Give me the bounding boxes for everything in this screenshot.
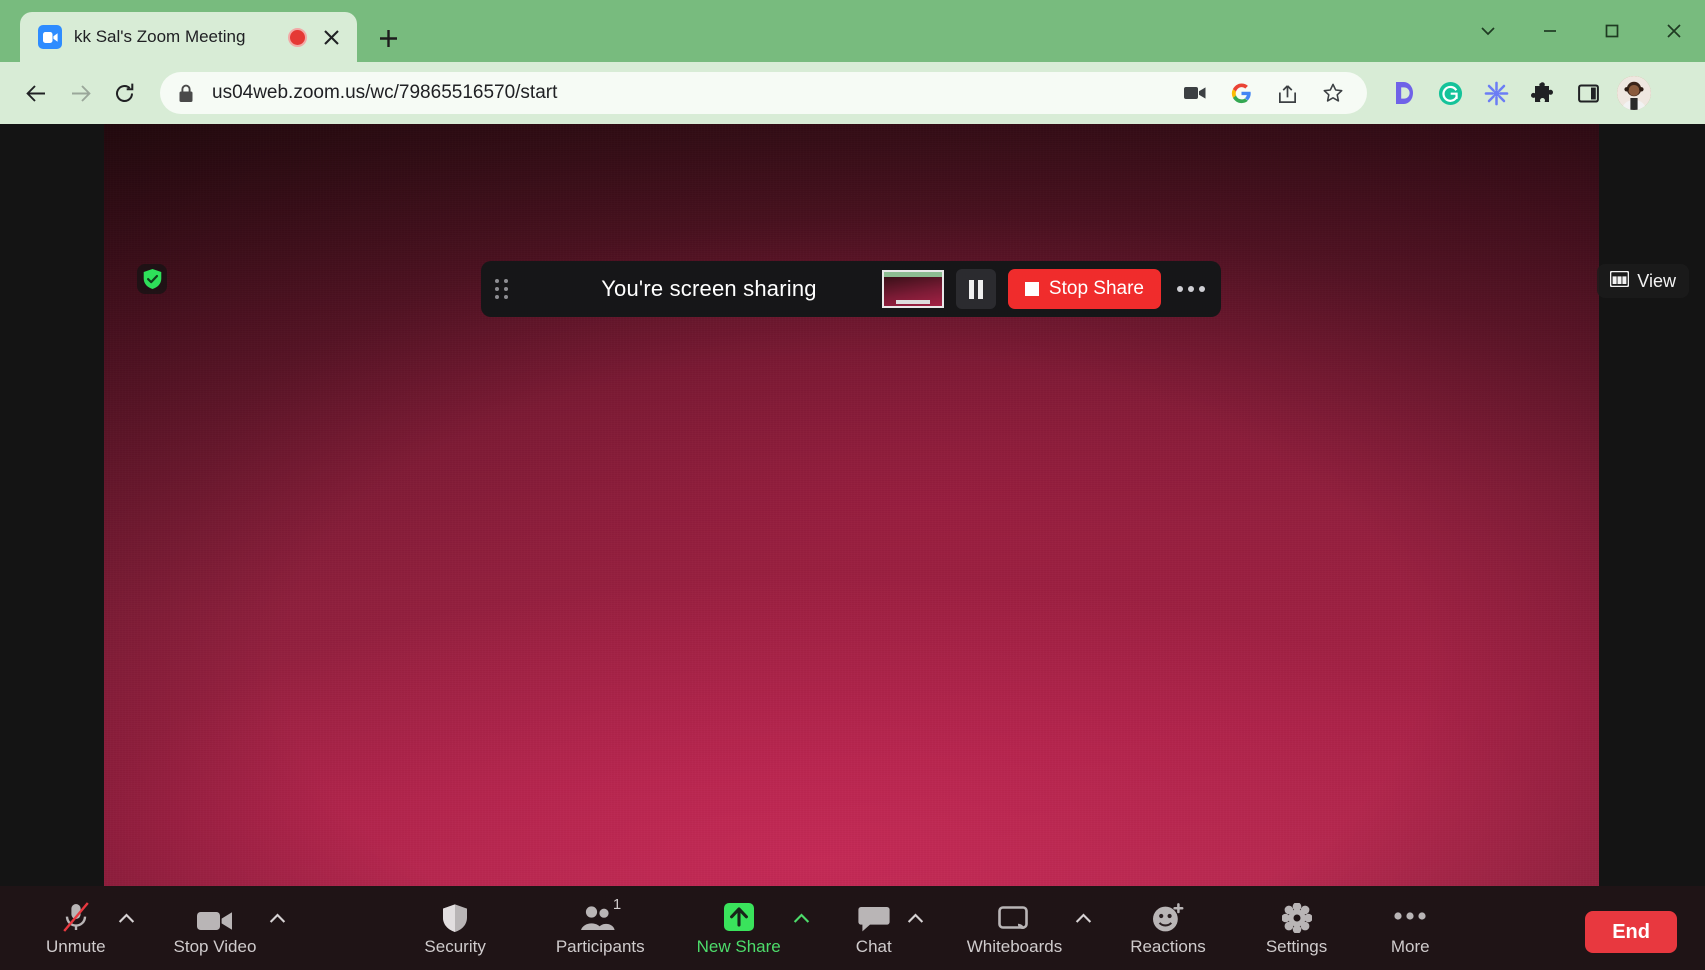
toolbar-item-chat[interactable]: Chat (845, 886, 903, 970)
tab-search-chevron-down-icon[interactable] (1457, 0, 1519, 62)
toolbar-item-security[interactable]: Security (416, 886, 493, 970)
stop-square-icon (1024, 282, 1039, 296)
toolbar-label-stop-video: Stop Video (173, 937, 257, 956)
share-options-chevron-up-icon[interactable] (789, 886, 815, 970)
google-g-icon[interactable] (1221, 73, 1261, 113)
browser-title-bar: kk Sal's Zoom Meeting (0, 0, 1705, 62)
browser-toolbar: us04web.zoom.us/wc/79865516570/start (0, 62, 1705, 124)
page-viewport: View You're screen sharing Stop Share (0, 124, 1705, 970)
reload-icon[interactable] (102, 71, 146, 115)
extension-asterisk-burst-icon[interactable] (1475, 72, 1517, 114)
toolbar-item-new-share[interactable]: New Share (689, 886, 789, 970)
side-panel-icon[interactable] (1567, 72, 1609, 114)
share-icon[interactable] (1267, 73, 1307, 113)
toolbar-label-new-share: New Share (696, 937, 781, 956)
drag-grip-icon[interactable] (495, 279, 508, 299)
screen-share-active-icon[interactable] (1175, 73, 1215, 113)
people-icon: 1 (580, 896, 622, 933)
shield-icon (441, 899, 469, 933)
browser-tab[interactable]: kk Sal's Zoom Meeting (20, 12, 357, 62)
toolbar-label-settings: Settings (1265, 937, 1328, 956)
toolbar-label-whiteboards: Whiteboards (966, 937, 1063, 956)
puzzle-piece-icon[interactable] (1521, 72, 1563, 114)
end-meeting-button[interactable]: End (1585, 911, 1677, 953)
window-close-icon[interactable] (1643, 0, 1705, 62)
video-camera-icon (196, 899, 233, 933)
whiteboard-icon (998, 899, 1030, 933)
chat-bubble-icon (858, 899, 890, 933)
omnibox-icons (1175, 73, 1353, 113)
toolbar-item-participants[interactable]: 1 Participants (548, 886, 653, 970)
screen-preview-thumbnail[interactable] (881, 270, 944, 308)
screen-share-status-text: You're screen sharing (601, 276, 817, 301)
address-bar[interactable]: us04web.zoom.us/wc/79865516570/start (160, 72, 1367, 114)
window-controls (1457, 0, 1705, 62)
toolbar-item-stop-video[interactable]: Stop Video (166, 886, 265, 970)
three-dot-menu-icon[interactable] (1651, 71, 1691, 115)
view-button[interactable]: View (1597, 264, 1689, 298)
profile-avatar[interactable] (1617, 76, 1651, 110)
close-icon[interactable] (317, 23, 345, 51)
new-tab-button[interactable] (369, 19, 407, 57)
star-icon[interactable] (1313, 73, 1353, 113)
gear-icon (1281, 899, 1312, 933)
toolbar-label-more: More (1390, 937, 1430, 956)
chat-options-chevron-up-icon[interactable] (903, 886, 929, 970)
toolbar-label-chat: Chat (855, 937, 892, 956)
toolbar-item-more[interactable]: More (1381, 886, 1439, 970)
toolbar-item-whiteboards[interactable]: Whiteboards (959, 886, 1070, 970)
green-shield-check-icon[interactable] (137, 264, 167, 294)
extensions-area (1383, 72, 1609, 114)
microphone-muted-icon (61, 899, 91, 933)
share-more-options-icon[interactable] (1177, 286, 1205, 292)
toolbar-item-unmute[interactable]: Unmute (38, 886, 114, 970)
toolbar-item-settings[interactable]: Settings (1258, 886, 1335, 970)
stop-share-button[interactable]: Stop Share (1007, 269, 1161, 309)
grid-view-icon (1609, 270, 1630, 292)
pause-share-button[interactable] (955, 269, 996, 309)
maximize-icon[interactable] (1581, 0, 1643, 62)
toolbar-label-security: Security (424, 937, 486, 956)
toolbar-label-reactions: Reactions (1130, 937, 1206, 956)
toolbar-item-reactions[interactable]: Reactions (1122, 886, 1214, 970)
screen-share-control-bar[interactable]: You're screen sharing Stop Share (481, 261, 1221, 317)
extension-docs-d-letter-icon[interactable] (1383, 72, 1425, 114)
browser-window: kk Sal's Zoom Meeting us04web.zoom.us/wc… (0, 0, 1705, 970)
tab-strip: kk Sal's Zoom Meeting (20, 12, 407, 62)
share-up-arrow-icon (722, 899, 756, 933)
arrow-right-icon[interactable] (58, 71, 102, 115)
extension-grammarly-icon[interactable] (1429, 72, 1471, 114)
video-options-chevron-up-icon[interactable] (264, 886, 290, 970)
arrow-left-icon[interactable] (14, 71, 58, 115)
smiley-plus-icon (1151, 899, 1185, 933)
minimize-icon[interactable] (1519, 0, 1581, 62)
zoom-camera-icon (38, 25, 62, 49)
more-horizontal-icon (1393, 899, 1427, 933)
lock-icon (178, 84, 194, 103)
toolbar-label-participants: Participants (555, 937, 645, 956)
audio-options-chevron-up-icon[interactable] (114, 886, 140, 970)
participants-count-badge: 1 (612, 896, 622, 913)
address-bar-url: us04web.zoom.us/wc/79865516570/start (212, 82, 558, 103)
toolbar-label-unmute: Unmute (46, 937, 106, 956)
stop-share-label: Stop Share (1048, 278, 1144, 299)
tab-title: kk Sal's Zoom Meeting (74, 27, 246, 46)
recording-dot-icon (288, 27, 307, 47)
video-vignette-overlay (104, 124, 1599, 898)
view-button-label: View (1637, 270, 1676, 291)
zoom-meeting-toolbar: Unmute Stop Video Security 1 Participant… (0, 886, 1705, 970)
whiteboard-options-chevron-up-icon[interactable] (1070, 886, 1096, 970)
shared-screen-video (104, 124, 1599, 898)
